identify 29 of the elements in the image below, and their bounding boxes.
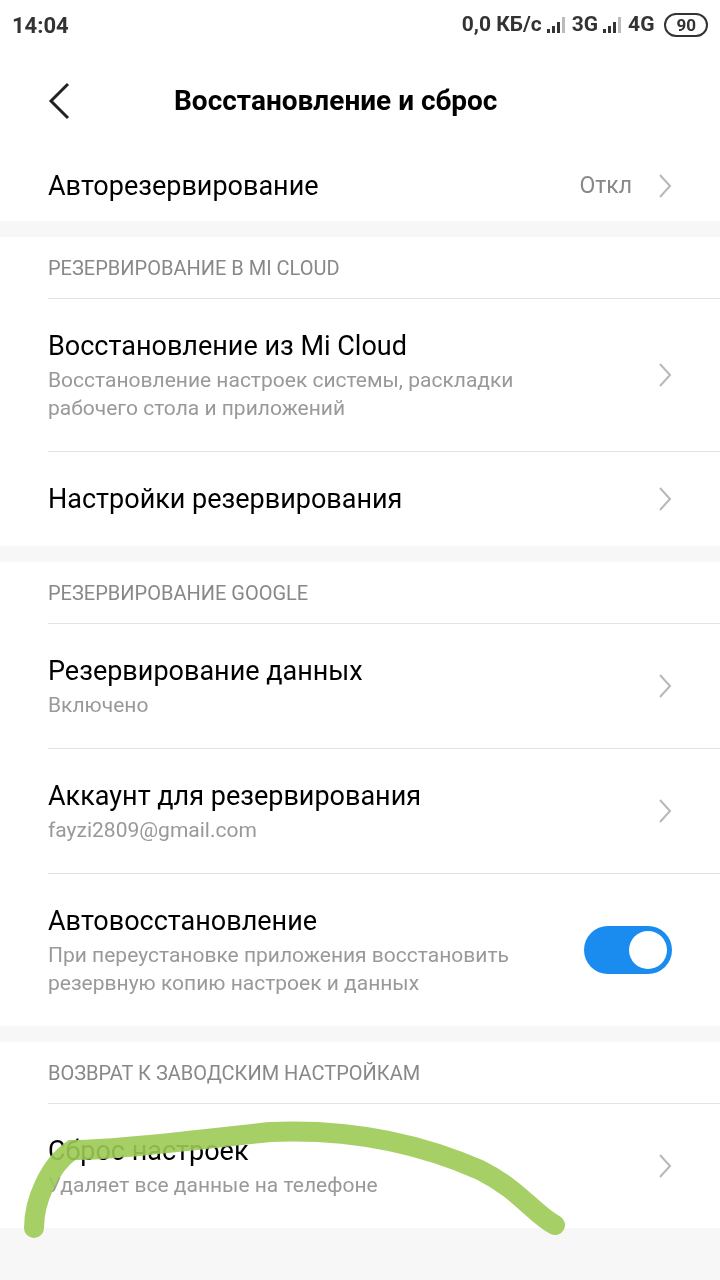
page-title: Восстановление и сброс: [174, 82, 498, 119]
setting-description: При переустановке приложения восстановить резервную копию настроек и данных: [48, 942, 510, 997]
setting-title[interactable]: Резервирование данных: [48, 653, 598, 689]
network-speed: 0,0 КБ/с: [461, 11, 542, 39]
chevron-right-icon: [658, 673, 672, 699]
chevron-right-icon: [658, 362, 672, 388]
status-time: 14:04: [12, 11, 69, 40]
chevron-right-icon: [658, 798, 672, 824]
setting-title[interactable]: Настройки резервирования: [48, 481, 598, 517]
setting-description: fayzi2809@gmail.com: [48, 817, 258, 844]
setting-value: Откл: [579, 170, 632, 201]
setting-title[interactable]: Аккаунт для резервирования: [48, 778, 598, 814]
battery-indicator: 90: [664, 13, 708, 37]
section-heading: РЕЗЕРВИРОВАНИЕ В MI CLOUD: [48, 254, 340, 282]
chevron-right-icon: [658, 486, 672, 512]
setting-title[interactable]: Восстановление из Mi Cloud: [48, 328, 598, 364]
setting-description: Восстановление настроек системы, раскладки рабочего стола и приложений: [48, 367, 515, 422]
section-heading: ВОЗВРАТ К ЗАВОДСКИМ НАСТРОЙКАМ: [48, 1059, 421, 1087]
chevron-right-icon: [658, 1153, 672, 1179]
network-type: 4G: [628, 11, 655, 39]
network-type: 3G: [571, 11, 599, 39]
toggle-switch[interactable]: [584, 926, 672, 974]
signal-icon: [545, 16, 568, 34]
setting-title[interactable]: Автовосстановление: [48, 903, 524, 939]
setting-title[interactable]: Авторезервирование: [48, 168, 520, 204]
back-icon: [48, 81, 70, 120]
setting-description: Включено: [48, 692, 150, 719]
chevron-right-icon: [658, 173, 672, 199]
section-heading: РЕЗЕРВИРОВАНИЕ GOOGLE: [48, 579, 309, 607]
